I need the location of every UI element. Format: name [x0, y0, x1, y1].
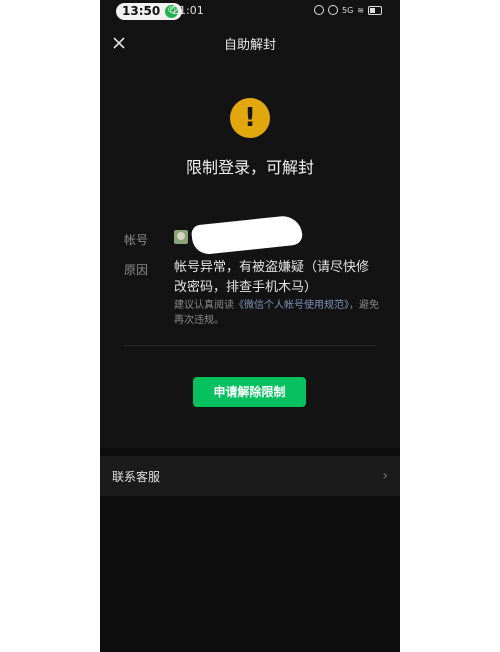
dnd-icon: [328, 5, 338, 15]
account-label: 帐号: [124, 233, 149, 247]
redacted-account-name: [190, 214, 304, 256]
battery-icon: [368, 5, 382, 15]
avatar: [174, 230, 188, 244]
alarm-icon: [314, 5, 324, 15]
time-pill-text: 13:50: [122, 4, 161, 18]
apply-unblock-button[interactable]: 申请解除限制: [193, 377, 306, 407]
wifi-icon: ≋: [357, 5, 364, 15]
phone-screen: 13:50 ✆ 21:01 5G ≋ 自助解封 ! 限制登录，可解封 帐号 原因…: [100, 0, 400, 652]
page-title: 自助解封: [223, 38, 276, 53]
section-gap: [100, 448, 400, 456]
signal-icon: 5G: [342, 5, 354, 15]
chevron-right-icon: ›: [382, 468, 388, 484]
headline: 限制登录，可解封: [185, 158, 314, 177]
status-clock: 21:01: [172, 4, 204, 17]
bottom-area: [100, 496, 400, 652]
hint-text: 建议认真阅读《微信个人帐号使用规范》，避免再次违规。: [174, 298, 384, 328]
reason-label: 原因: [124, 263, 149, 277]
warning-icon: !: [230, 98, 270, 138]
reason-text: 帐号异常，有被盗嫌疑（请尽快修改密码，排查手机木马）: [174, 260, 370, 295]
policy-link[interactable]: 《微信个人帐号使用规范》: [234, 300, 349, 311]
contact-support-row[interactable]: 联系客服 ›: [100, 456, 400, 496]
status-bar: 13:50 ✆ 21:01 5G ≋: [100, 0, 400, 24]
contact-support-label: 联系客服: [112, 470, 161, 484]
divider: [124, 345, 376, 346]
nav-bar: 自助解封: [100, 28, 400, 58]
hint-prefix: 建议认真阅读: [174, 300, 234, 311]
status-icons: 5G ≋: [314, 5, 382, 15]
